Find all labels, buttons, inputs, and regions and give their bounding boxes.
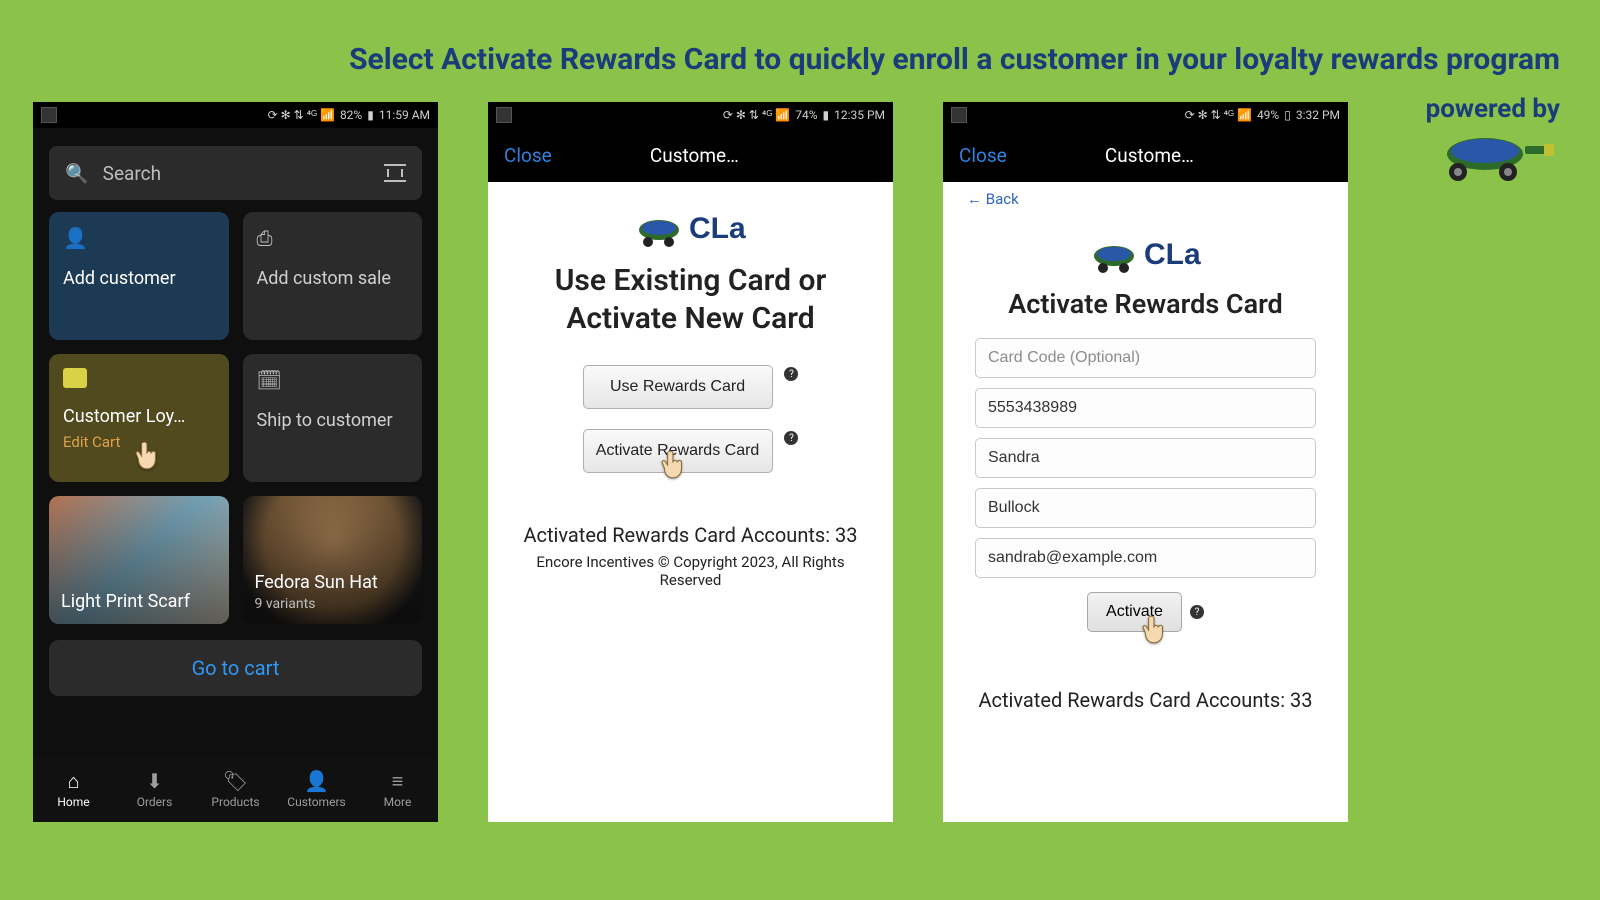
person-icon: 👤 xyxy=(63,226,215,250)
powered-by-label: powered by xyxy=(1426,94,1560,124)
search-placeholder: Search xyxy=(103,162,161,185)
nav-label: More xyxy=(384,795,412,809)
heading-line1: Use Existing Card or xyxy=(555,263,827,298)
email-input[interactable] xyxy=(975,538,1316,578)
nav-title: Custome… xyxy=(1007,144,1292,167)
battery-percent: 74% xyxy=(795,108,817,122)
help-icon[interactable]: ? xyxy=(784,367,798,381)
product-title: Light Print Scarf xyxy=(61,591,217,612)
nav-label: Products xyxy=(211,795,259,809)
phone-pos-screen: ⟳ ✻ ⇅ ⁴ᴳ 📶 82% ▮ 11:59 AM 🔍 Search 👤 Add… xyxy=(33,102,438,822)
home-icon: ⌂ xyxy=(67,771,79,791)
status-icons: ⟳ ✻ ⇅ ⁴ᴳ 📶 xyxy=(1185,108,1252,122)
product-variants: 9 variants xyxy=(255,596,411,612)
nav-label: Home xyxy=(57,795,89,809)
phone-choose-card-screen: ⟳ ✻ ⇅ ⁴ᴳ 📶 74% ▮ 12:35 PM Close Custome…… xyxy=(488,102,893,822)
heading-line2: Activate New Card xyxy=(566,301,814,336)
flip-icon xyxy=(496,107,512,123)
tile-label: Ship to customer xyxy=(257,410,409,433)
product-tile-scarf[interactable]: Light Print Scarf xyxy=(49,496,229,624)
back-link[interactable]: ← Back xyxy=(963,182,1328,208)
svg-text:CLa: CLa xyxy=(689,212,746,245)
search-icon: 🔍 xyxy=(65,162,89,185)
calendar-icon: 🗓 xyxy=(257,368,409,392)
status-icons: ⟳ ✻ ⇅ ⁴ᴳ 📶 xyxy=(268,108,335,122)
nav-title: Custome… xyxy=(552,144,837,167)
search-input[interactable]: 🔍 Search xyxy=(49,146,422,200)
cla-logo: CLa xyxy=(1086,230,1206,278)
phone-input[interactable] xyxy=(975,388,1316,428)
nav-orders[interactable]: ⬇ Orders xyxy=(114,758,195,822)
copyright: Encore Incentives © Copyright 2023, All … xyxy=(508,553,873,589)
battery-icon: ▮ xyxy=(822,108,829,122)
close-button[interactable]: Close xyxy=(504,144,552,167)
cla-logo: CLa xyxy=(631,204,751,252)
activate-rewards-card-button[interactable]: Activate Rewards Card xyxy=(583,429,773,473)
accounts-count: Activated Rewards Card Accounts: 33 xyxy=(508,523,873,547)
nav-label: Customers xyxy=(287,795,345,809)
product-tile-hat[interactable]: Fedora Sun Hat 9 variants xyxy=(243,496,423,624)
accounts-count: Activated Rewards Card Accounts: 33 xyxy=(963,688,1328,712)
tile-label: Customer Loy… xyxy=(63,406,215,429)
phone-activate-form-screen: ⟳ ✻ ⇅ ⁴ᴳ 📶 49% ▯ 3:32 PM Close Custome… … xyxy=(943,102,1348,822)
customer-loyalty-tile[interactable]: Customer Loy… Edit Cart xyxy=(49,354,229,482)
tag-icon: 🏷 xyxy=(223,771,248,791)
edit-cart-label: Edit Cart xyxy=(63,433,215,451)
add-customer-tile[interactable]: 👤 Add customer xyxy=(49,212,229,340)
nav-customers[interactable]: 👤 Customers xyxy=(276,758,357,822)
status-icons: ⟳ ✻ ⇅ ⁴ᴳ 📶 xyxy=(723,108,790,122)
add-custom-sale-tile[interactable]: ⎙ Add custom sale xyxy=(243,212,423,340)
battery-icon: ▮ xyxy=(367,108,374,122)
svg-text:CLa: CLa xyxy=(1144,238,1201,271)
page-heading: Use Existing Card or Activate New Card xyxy=(508,262,873,337)
activate-button[interactable]: Activate xyxy=(1087,592,1182,632)
clock: 11:59 AM xyxy=(379,108,430,122)
card-code-input[interactable] xyxy=(975,338,1316,378)
use-rewards-card-button[interactable]: Use Rewards Card xyxy=(583,365,773,409)
tile-label: Add custom sale xyxy=(257,268,409,291)
go-to-cart-button[interactable]: Go to cart xyxy=(49,640,422,696)
barcode-scan-icon[interactable] xyxy=(384,164,406,182)
status-bar: ⟳ ✻ ⇅ ⁴ᴳ 📶 74% ▮ 12:35 PM xyxy=(488,102,893,128)
clock: 3:32 PM xyxy=(1296,108,1340,122)
help-icon[interactable]: ? xyxy=(784,431,798,445)
nav-home[interactable]: ⌂ Home xyxy=(33,758,114,822)
nav-header: Close Custome… xyxy=(943,128,1348,182)
orders-icon: ⬇ xyxy=(146,771,163,791)
flip-icon xyxy=(41,107,57,123)
headline: Select Activate Rewards Card to quickly … xyxy=(200,42,1560,77)
battery-percent: 82% xyxy=(340,108,362,122)
nav-products[interactable]: 🏷 Products xyxy=(195,758,276,822)
close-button[interactable]: Close xyxy=(959,144,1007,167)
page-heading: Activate Rewards Card xyxy=(963,288,1328,320)
tile-label: Add customer xyxy=(63,268,215,291)
status-bar: ⟳ ✻ ⇅ ⁴ᴳ 📶 49% ▯ 3:32 PM xyxy=(943,102,1348,128)
menu-icon: ≡ xyxy=(392,771,404,791)
nav-header: Close Custome… xyxy=(488,128,893,182)
add-sale-icon: ⎙ xyxy=(257,226,409,250)
battery-icon: ▯ xyxy=(1284,108,1291,122)
status-bar: ⟳ ✻ ⇅ ⁴ᴳ 📶 82% ▮ 11:59 AM xyxy=(33,102,438,128)
clock: 12:35 PM xyxy=(834,108,885,122)
ship-to-customer-tile[interactable]: 🗓 Ship to customer xyxy=(243,354,423,482)
person-icon: 👤 xyxy=(304,771,329,791)
nav-label: Orders xyxy=(137,795,173,809)
brand-logo xyxy=(1430,126,1560,186)
help-icon[interactable]: ? xyxy=(1190,605,1204,619)
nav-more[interactable]: ≡ More xyxy=(357,758,438,822)
last-name-input[interactable] xyxy=(975,488,1316,528)
bottom-nav: ⌂ Home ⬇ Orders 🏷 Products 👤 Customers ≡ More xyxy=(33,758,438,822)
flip-icon xyxy=(951,107,967,123)
battery-percent: 49% xyxy=(1257,108,1279,122)
first-name-input[interactable] xyxy=(975,438,1316,478)
loyalty-app-icon xyxy=(63,368,87,388)
product-title: Fedora Sun Hat xyxy=(255,572,411,593)
